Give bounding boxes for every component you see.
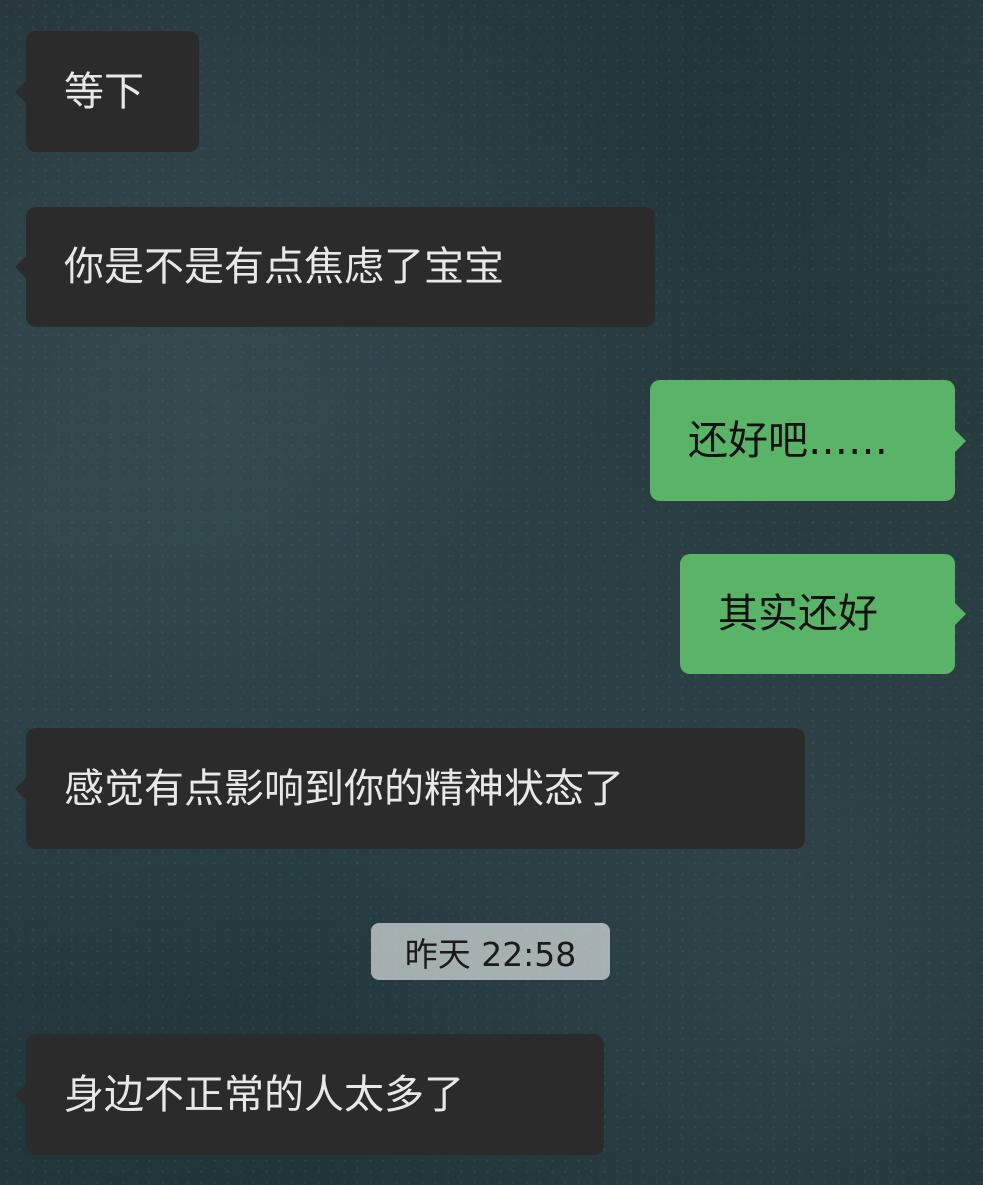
outgoing-message-bubble[interactable]: 还好吧…… <box>650 380 966 501</box>
incoming-message-bubble[interactable]: 感觉有点影响到你的精神状态了 <box>15 728 805 849</box>
message-text: 等下 <box>64 68 144 115</box>
message-text: 其实还好 <box>718 591 878 637</box>
message-timestamp: 昨天 22:58 <box>371 923 610 980</box>
incoming-message-bubble[interactable]: 等下 <box>15 31 199 152</box>
message-text: 还好吧…… <box>688 417 888 464</box>
incoming-message-bubble[interactable]: 身边不正常的人太多了 <box>15 1034 604 1155</box>
outgoing-message-bubble[interactable]: 其实还好 <box>680 554 966 674</box>
incoming-message-bubble[interactable]: 你是不是有点焦虑了宝宝 <box>15 207 655 327</box>
message-text: 你是不是有点焦虑了宝宝 <box>64 244 504 290</box>
message-text: 感觉有点影响到你的精神状态了 <box>64 765 624 812</box>
chat-message-list[interactable]: 等下 你是不是有点焦虑了宝宝 还好吧…… 其实还好 感觉有点影响到你的精神状态了… <box>0 0 983 1185</box>
message-text: 身边不正常的人太多了 <box>64 1071 464 1118</box>
timestamp-text: 昨天 22:58 <box>404 934 577 974</box>
